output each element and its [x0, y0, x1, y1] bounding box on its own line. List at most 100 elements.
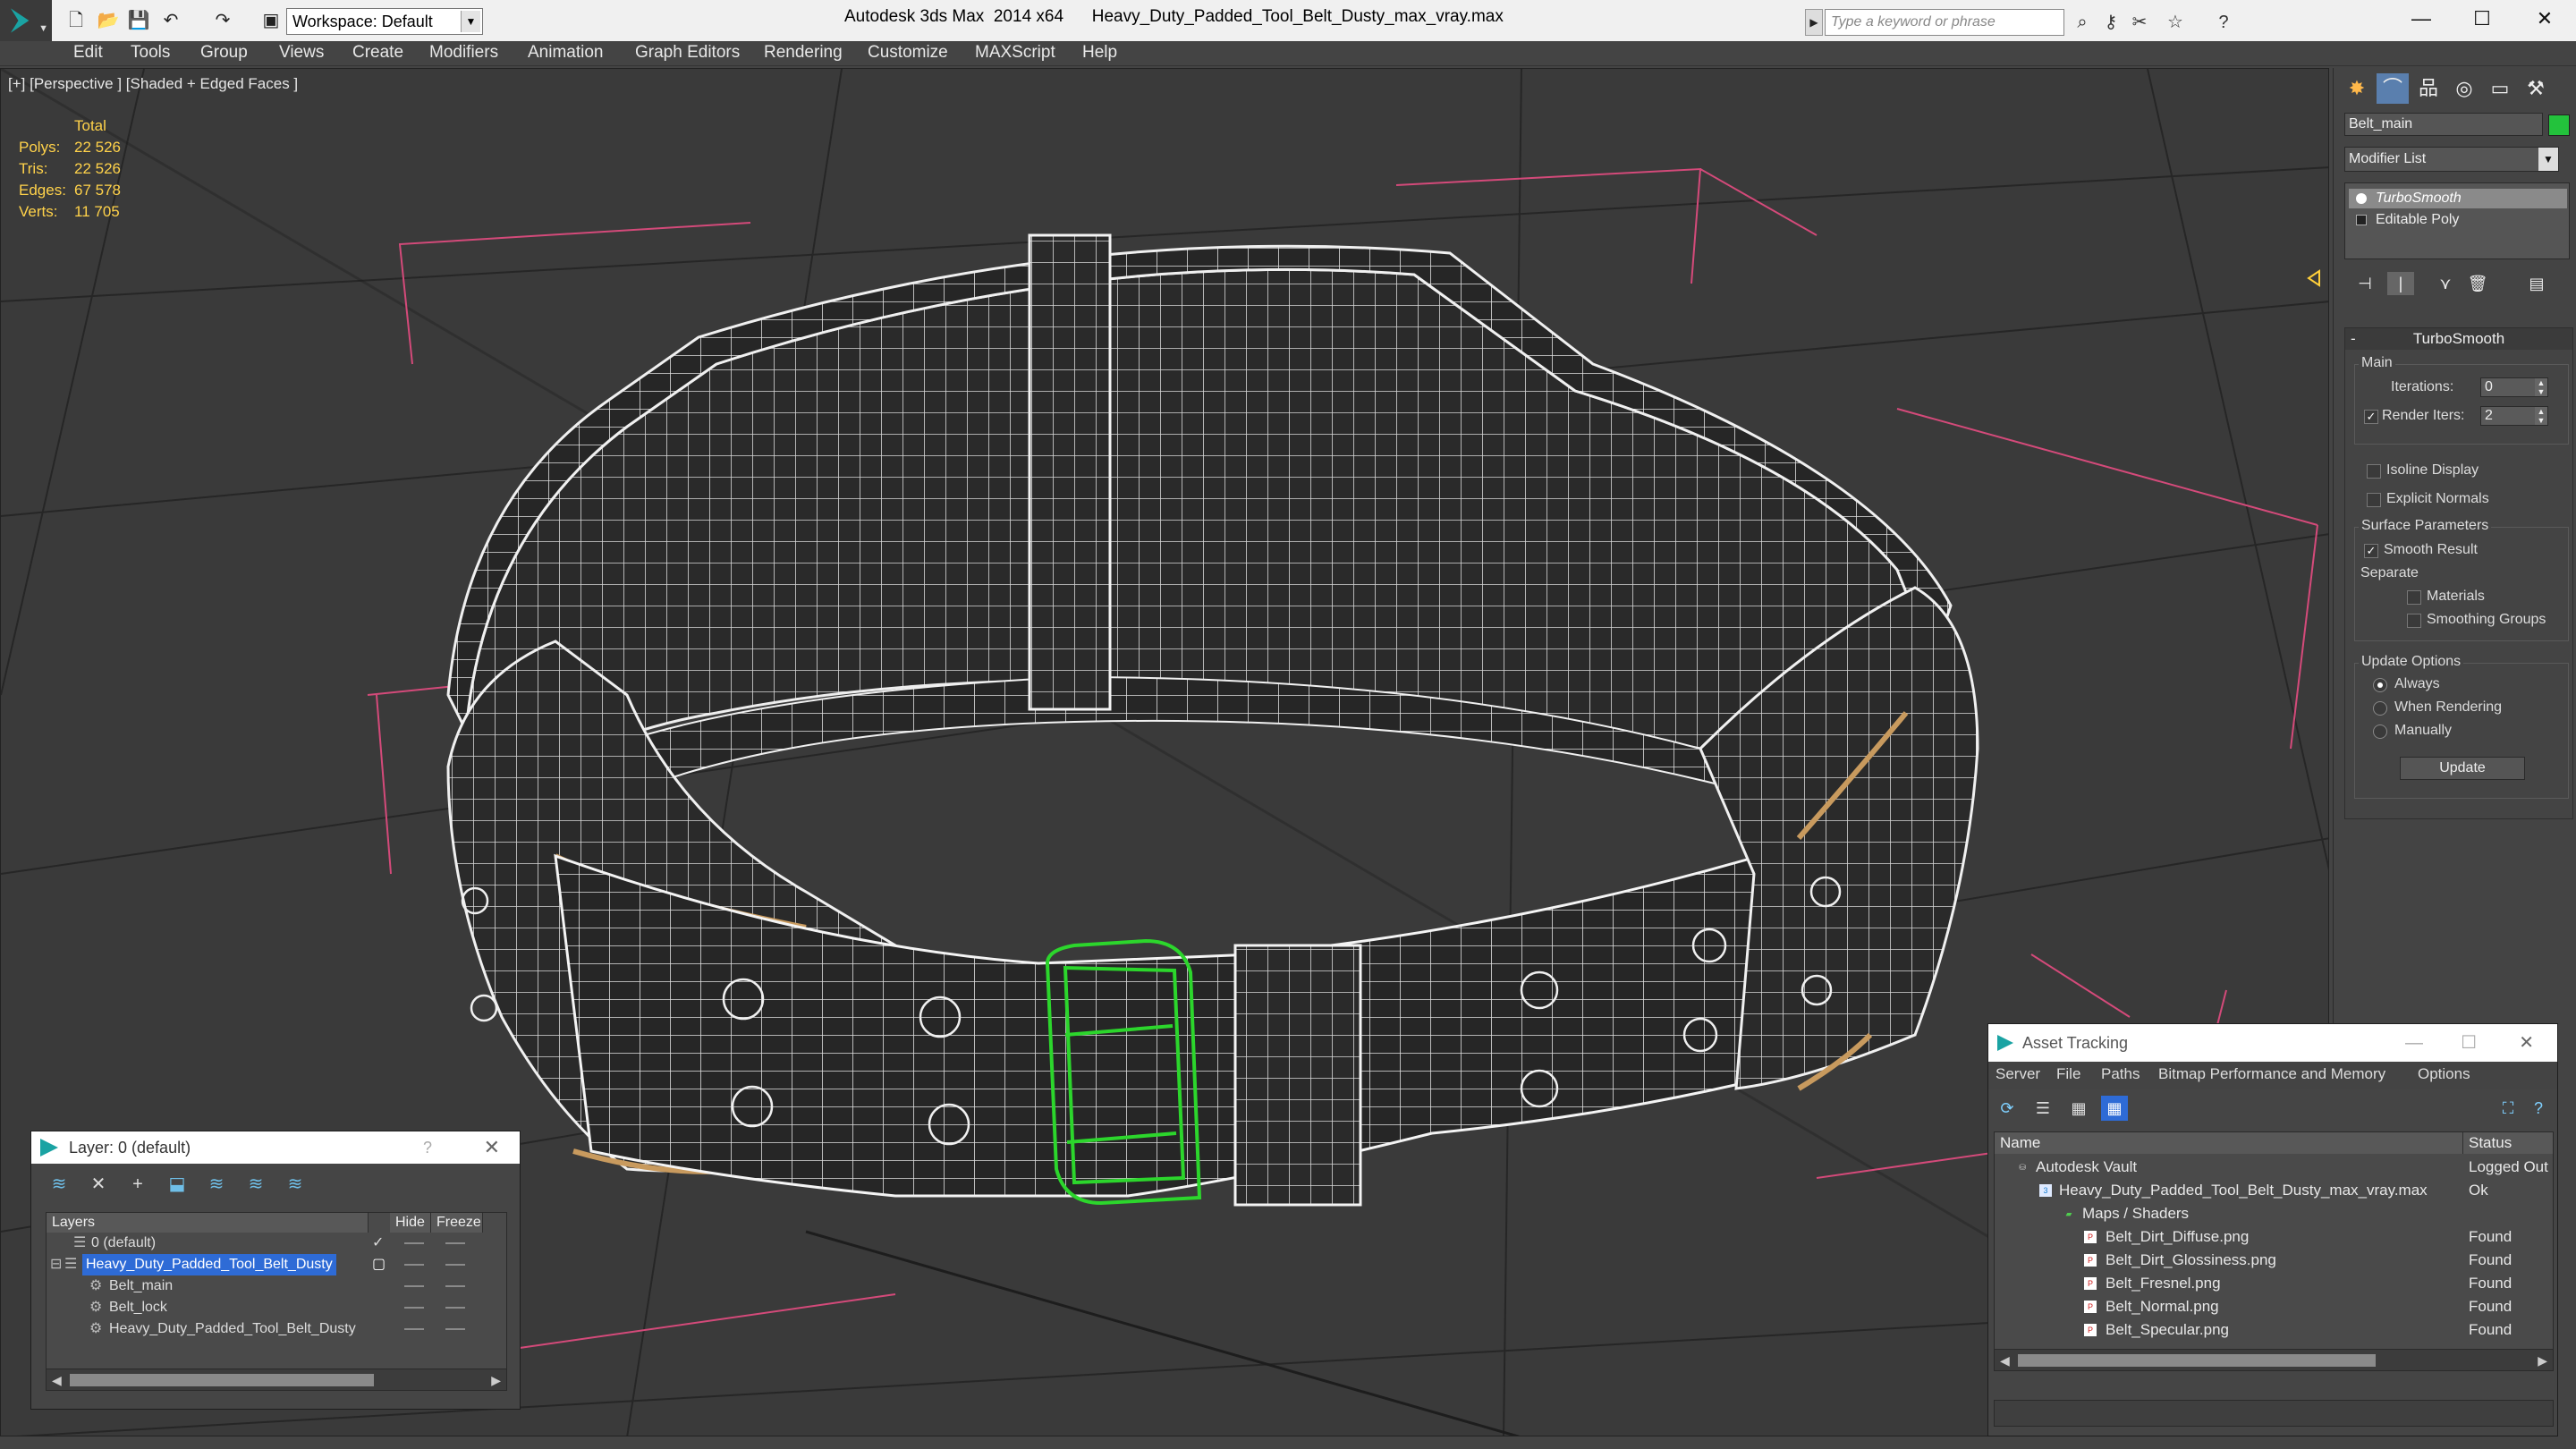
save-file-icon[interactable]: 💾 [127, 9, 150, 32]
asset-tracking-titlebar[interactable]: Asset Tracking — ☐ ✕ [1988, 1024, 2557, 1062]
menu-views[interactable]: Views [279, 43, 324, 63]
stack-item-editable-poly[interactable]: Editable Poly [2349, 210, 2567, 230]
scroll-left-icon[interactable]: ◀ [2000, 1350, 2010, 1370]
freeze-toggle[interactable] [445, 1242, 465, 1244]
key-icon[interactable]: ⚷ [2098, 11, 2123, 34]
column-header-hide[interactable]: Hide [390, 1213, 431, 1233]
isoline-display-checkbox[interactable] [2367, 464, 2381, 479]
column-header-freeze[interactable]: Freeze [431, 1213, 483, 1233]
search-expand-button[interactable]: ▶ [1805, 9, 1823, 36]
explicit-normals-checkbox[interactable] [2367, 493, 2381, 507]
menu-create[interactable]: Create [352, 43, 403, 63]
horizontal-scrollbar[interactable]: ◀ ▶ [1995, 1349, 2553, 1370]
new-file-icon[interactable]: 🗋 [64, 9, 88, 32]
hide-toggle[interactable] [404, 1264, 424, 1266]
app-menu-button[interactable]: ▼ [0, 0, 52, 41]
tools-icon[interactable]: ✂ [2127, 11, 2152, 34]
maximize-icon[interactable]: ☐ [2451, 0, 2513, 38]
help-icon[interactable]: ? [2211, 11, 2236, 34]
maximize-icon[interactable]: ☐ [2461, 1024, 2477, 1062]
menu-group[interactable]: Group [200, 43, 248, 63]
expand-icon[interactable] [2356, 215, 2367, 225]
spinner-arrows-icon[interactable]: ▲ ▼ [2535, 407, 2547, 425]
rollout-header[interactable]: - TurboSmooth [2345, 328, 2572, 350]
asset-row[interactable]: 3 Heavy_Duty_Padded_Tool_Belt_Dusty_max_… [1995, 1179, 2553, 1202]
smooth-result-checkbox[interactable]: ✓ [2364, 544, 2378, 558]
column-header-layers[interactable]: Layers [47, 1213, 369, 1233]
layer-row[interactable]: ⚙ Belt_lock [47, 1297, 508, 1318]
smoothing-groups-checkbox[interactable] [2407, 614, 2421, 628]
close-icon[interactable]: ✕ [2513, 0, 2576, 38]
workspace-dropdown[interactable]: Workspace: Default ▼ [286, 8, 483, 35]
menu-maxscript[interactable]: MAXScript [975, 43, 1055, 63]
scrollbar-thumb[interactable] [2018, 1354, 2376, 1367]
menu-bitmap-performance[interactable]: Bitmap Performance and Memory [2158, 1065, 2385, 1083]
lightbulb-icon[interactable] [2356, 193, 2367, 204]
make-unique-icon[interactable]: ⋎ [2432, 272, 2459, 295]
thumbnail-view-icon[interactable]: ▦ [2065, 1096, 2092, 1121]
iterations-spinner[interactable]: 0 ▲ ▼ [2480, 377, 2548, 397]
minimize-icon[interactable]: — [2405, 1024, 2423, 1062]
scroll-right-icon[interactable]: ▶ [491, 1369, 501, 1391]
hide-toggle[interactable] [404, 1307, 424, 1309]
utilities-tab-icon[interactable]: ⚒ [2520, 73, 2552, 104]
list-view-icon[interactable]: ☰ [2029, 1096, 2056, 1121]
object-color-swatch[interactable] [2548, 114, 2570, 136]
spinner-arrows-icon[interactable]: ▲ ▼ [2535, 378, 2547, 396]
search-input[interactable]: Type a keyword or phrase [1825, 9, 2064, 36]
menu-rendering[interactable]: Rendering [764, 43, 843, 63]
hierarchy-tab-icon[interactable]: 品 [2412, 73, 2445, 104]
close-icon[interactable]: ✕ [2519, 1024, 2534, 1062]
project-folder-icon[interactable]: ▣ [259, 9, 283, 32]
hide-toggle[interactable] [404, 1328, 424, 1330]
menu-paths[interactable]: Paths [2101, 1065, 2140, 1083]
object-name-field[interactable]: Belt_main [2344, 113, 2543, 136]
menu-tools[interactable]: Tools [131, 43, 170, 63]
column-header-status[interactable]: Status [2463, 1132, 2553, 1154]
menu-graph-editors[interactable]: Graph Editors [635, 43, 740, 63]
hide-toggle[interactable] [404, 1285, 424, 1287]
hide-toggle[interactable] [404, 1242, 424, 1244]
open-file-icon[interactable]: 📂 [97, 9, 120, 32]
help-button[interactable]: ? [423, 1131, 432, 1164]
asset-row[interactable]: P Belt_Dirt_Diffuse.png Found [1995, 1225, 2553, 1249]
asset-row[interactable]: ⛁ Autodesk Vault Logged Out [1995, 1156, 2553, 1179]
layer-row[interactable]: ⊟ ☰ Heavy_Duty_Padded_Tool_Belt_Dusty ▢ [47, 1254, 508, 1275]
render-iters-spinner[interactable]: 2 ▲ ▼ [2480, 406, 2548, 426]
asset-row[interactable]: ▰ Maps / Shaders [1995, 1202, 2553, 1225]
menu-animation[interactable]: Animation [528, 43, 604, 63]
undo-icon[interactable]: ↶ [159, 9, 182, 32]
hide-all-icon[interactable]: ≋ [242, 1171, 269, 1198]
menu-customize[interactable]: Customize [868, 43, 948, 63]
update-button[interactable]: Update [2400, 757, 2525, 780]
favorites-icon[interactable]: ☆ [2163, 11, 2188, 34]
modifier-list-dropdown[interactable]: Modifier List ▼ [2344, 147, 2559, 172]
viewport-label[interactable]: [+] [Perspective ] [Shaded + Edged Faces… [8, 75, 298, 93]
layer-row[interactable]: ⚙ Belt_main [47, 1275, 508, 1297]
show-end-result-icon[interactable]: | [2387, 272, 2414, 295]
asset-row[interactable]: P Belt_Dirt_Glossiness.png Found [1995, 1249, 2553, 1272]
menu-modifiers[interactable]: Modifiers [429, 43, 498, 63]
scrollbar-thumb[interactable] [70, 1374, 374, 1386]
scroll-right-icon[interactable]: ▶ [2538, 1350, 2547, 1370]
freeze-toggle[interactable] [445, 1307, 465, 1309]
help-icon[interactable]: ? [2525, 1096, 2552, 1121]
scroll-left-icon[interactable]: ◀ [52, 1369, 62, 1391]
asset-row[interactable]: P Belt_Normal.png Found [1995, 1295, 2553, 1318]
binoculars-icon[interactable]: ⌕ [2070, 11, 2095, 34]
delete-layer-icon[interactable]: ✕ [85, 1171, 112, 1198]
freeze-all-icon[interactable]: ≋ [282, 1171, 309, 1198]
modify-tab-icon[interactable]: ⌒ [2377, 73, 2409, 104]
highlight-layer-icon[interactable]: ≋ [203, 1171, 230, 1198]
menu-edit[interactable]: Edit [73, 43, 103, 63]
table-view-icon[interactable]: ▦ [2101, 1096, 2128, 1121]
menu-help[interactable]: Help [1082, 43, 1117, 63]
redo-icon[interactable]: ↷ [211, 9, 234, 32]
when-rendering-radio[interactable] [2373, 701, 2387, 716]
motion-tab-icon[interactable]: ◎ [2448, 73, 2480, 104]
layer-row[interactable]: ☰ 0 (default) ✓ [47, 1233, 508, 1254]
layer-current-box-icon[interactable]: ▢ [372, 1254, 386, 1275]
menu-server[interactable]: Server [1996, 1065, 2040, 1083]
create-tab-icon[interactable]: ✸ [2341, 73, 2373, 104]
materials-checkbox[interactable] [2407, 590, 2421, 605]
